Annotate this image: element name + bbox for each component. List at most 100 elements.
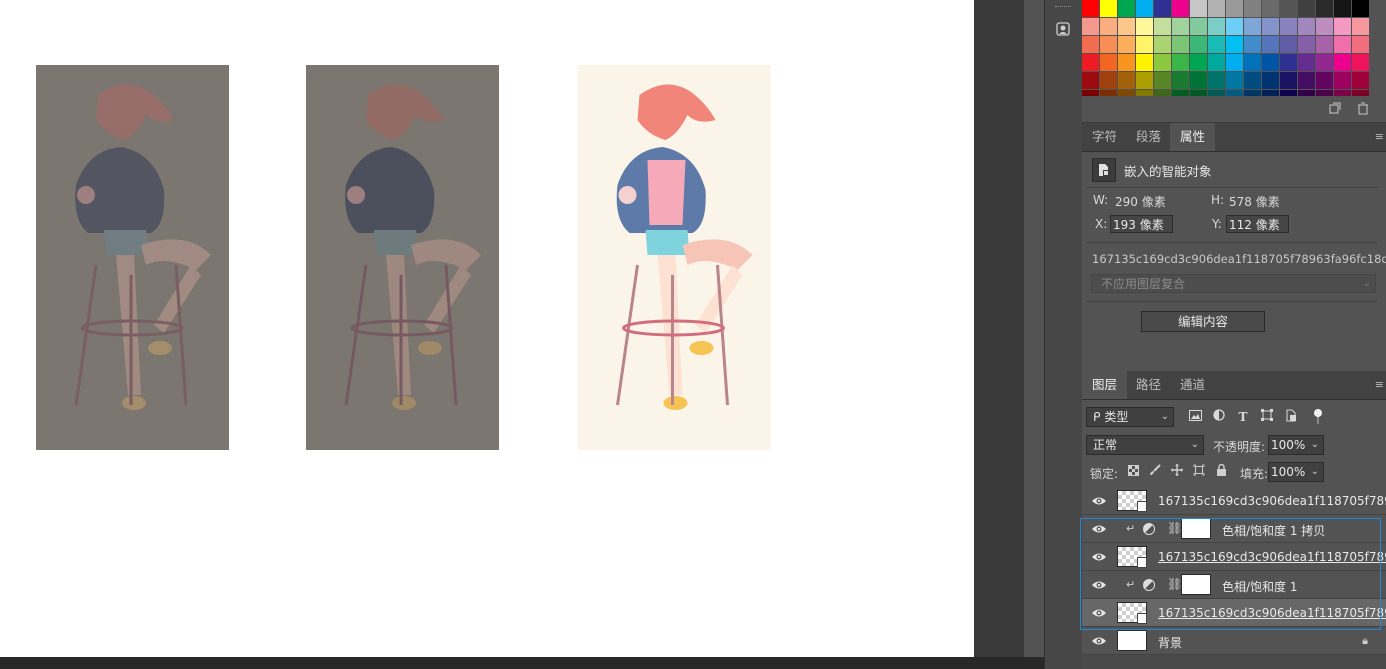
color-swatch[interactable] bbox=[1316, 18, 1333, 35]
type-filter-icon[interactable]: T bbox=[1235, 409, 1251, 425]
color-swatch[interactable] bbox=[1082, 18, 1099, 35]
lock-all-icon[interactable] bbox=[1214, 463, 1228, 480]
image-color[interactable] bbox=[577, 65, 771, 450]
color-swatch[interactable] bbox=[1298, 72, 1315, 89]
color-swatch[interactable] bbox=[1190, 18, 1207, 35]
adjustment-layer-icon[interactable] bbox=[1143, 579, 1155, 591]
y-position-field[interactable]: 112 像素 bbox=[1226, 215, 1289, 233]
color-swatch[interactable] bbox=[1136, 18, 1153, 35]
opacity-field[interactable]: 100% ⌄ bbox=[1268, 435, 1324, 455]
adjustment-layer-icon[interactable] bbox=[1143, 523, 1155, 535]
color-swatch[interactable] bbox=[1352, 36, 1369, 53]
color-swatch[interactable] bbox=[1136, 36, 1153, 53]
color-swatch[interactable] bbox=[1244, 0, 1261, 17]
color-swatch[interactable] bbox=[1208, 18, 1225, 35]
color-swatch[interactable] bbox=[1334, 0, 1351, 17]
blend-mode-select[interactable]: 正常 ⌄ bbox=[1086, 435, 1204, 455]
color-swatch[interactable] bbox=[1082, 0, 1099, 17]
layer-name[interactable]: 167135c169cd3c906dea1f118705f7896... bbox=[1158, 494, 1386, 508]
color-swatch[interactable] bbox=[1118, 0, 1135, 17]
color-swatch[interactable] bbox=[1280, 18, 1297, 35]
color-swatch[interactable] bbox=[1226, 36, 1243, 53]
color-swatch[interactable] bbox=[1118, 36, 1135, 53]
layer-name[interactable]: 167135c169cd3c906dea1f118705f7896... bbox=[1158, 550, 1386, 564]
color-swatch[interactable] bbox=[1154, 72, 1171, 89]
layer-filter-select[interactable]: ᑭ 类型 ⌄ bbox=[1086, 407, 1174, 427]
layer-comp-select[interactable]: 不应用图层复合 ⌄ bbox=[1091, 274, 1376, 293]
color-swatch[interactable] bbox=[1136, 54, 1153, 71]
color-swatch[interactable] bbox=[1208, 0, 1225, 17]
color-swatch[interactable] bbox=[1082, 54, 1099, 71]
color-swatch[interactable] bbox=[1334, 72, 1351, 89]
layer-row-smart-object[interactable]: 167135c169cd3c906dea1f118705f7896... bbox=[1082, 599, 1386, 627]
edit-contents-button[interactable]: 编辑内容 bbox=[1141, 311, 1265, 332]
smart-object-filter-icon[interactable] bbox=[1283, 409, 1299, 425]
color-swatch[interactable] bbox=[1190, 72, 1207, 89]
color-swatch[interactable] bbox=[1190, 0, 1207, 17]
tab-properties[interactable]: 属性 bbox=[1170, 123, 1216, 151]
layer-name[interactable]: 背景 bbox=[1158, 634, 1182, 651]
layer-name[interactable]: 167135c169cd3c906dea1f118705f7896... bbox=[1158, 606, 1386, 620]
color-swatch[interactable] bbox=[1208, 54, 1225, 71]
tab-character[interactable]: 字符 bbox=[1082, 123, 1127, 151]
color-swatch[interactable] bbox=[1118, 72, 1135, 89]
color-swatch[interactable] bbox=[1244, 54, 1261, 71]
lock-artboard-icon[interactable] bbox=[1192, 464, 1206, 480]
color-swatch[interactable] bbox=[1280, 54, 1297, 71]
filter-toggle-icon[interactable] bbox=[1310, 409, 1326, 425]
color-swatch[interactable] bbox=[1190, 54, 1207, 71]
color-swatch[interactable] bbox=[1298, 18, 1315, 35]
color-swatch[interactable] bbox=[1280, 36, 1297, 53]
tab-layers[interactable]: 图层 bbox=[1082, 371, 1128, 399]
color-swatch[interactable] bbox=[1226, 54, 1243, 71]
color-swatch[interactable] bbox=[1280, 0, 1297, 17]
color-swatch[interactable] bbox=[1262, 18, 1279, 35]
color-swatch[interactable] bbox=[1226, 18, 1243, 35]
color-swatch[interactable] bbox=[1100, 54, 1117, 71]
color-swatch[interactable] bbox=[1154, 36, 1171, 53]
eye-visibility-icon[interactable] bbox=[1091, 578, 1107, 592]
mask-properties-icon[interactable] bbox=[1050, 17, 1076, 41]
adjustment-filter-icon[interactable] bbox=[1211, 409, 1227, 425]
link-chain-icon[interactable]: ⛓ bbox=[1167, 521, 1182, 535]
eye-visibility-icon[interactable] bbox=[1091, 550, 1107, 564]
grip-handle[interactable] bbox=[1055, 6, 1071, 9]
color-swatch[interactable] bbox=[1262, 0, 1279, 17]
lock-position-move-icon[interactable] bbox=[1170, 464, 1184, 480]
panel-menu-icon[interactable]: ≡ bbox=[1375, 378, 1384, 391]
layer-row-smart-object[interactable]: 167135c169cd3c906dea1f118705f7896... bbox=[1082, 543, 1386, 571]
shape-filter-icon[interactable] bbox=[1259, 409, 1275, 425]
chevron-down-icon[interactable]: ⌄ bbox=[1311, 436, 1319, 454]
layer-mask-thumbnail[interactable] bbox=[1181, 518, 1211, 539]
color-swatch[interactable] bbox=[1172, 18, 1189, 35]
color-swatch[interactable] bbox=[1136, 0, 1153, 17]
layer-name[interactable]: 色相/饱和度 1 bbox=[1222, 578, 1298, 595]
color-swatch[interactable] bbox=[1352, 18, 1369, 35]
color-swatch[interactable] bbox=[1244, 18, 1261, 35]
color-swatch[interactable] bbox=[1298, 36, 1315, 53]
color-swatch[interactable] bbox=[1154, 54, 1171, 71]
image-gray-2[interactable] bbox=[306, 65, 499, 450]
layer-name[interactable]: 色相/饱和度 1 拷贝 bbox=[1222, 522, 1325, 539]
color-swatch[interactable] bbox=[1118, 18, 1135, 35]
color-swatch[interactable] bbox=[1190, 36, 1207, 53]
color-swatch[interactable] bbox=[1352, 54, 1369, 71]
color-swatch[interactable] bbox=[1262, 36, 1279, 53]
lock-pixels-brush-icon[interactable] bbox=[1148, 464, 1162, 480]
height-value[interactable]: 578 像素 bbox=[1229, 193, 1280, 210]
eye-visibility-icon[interactable] bbox=[1091, 606, 1107, 620]
eye-visibility-icon[interactable] bbox=[1091, 494, 1107, 508]
color-swatch[interactable] bbox=[1100, 18, 1117, 35]
color-swatch[interactable] bbox=[1172, 54, 1189, 71]
color-swatch[interactable] bbox=[1172, 0, 1189, 17]
layer-row-adjustment[interactable]: ↵ ⛓ 色相/饱和度 1 bbox=[1082, 571, 1386, 599]
link-chain-icon[interactable]: ⛓ bbox=[1167, 577, 1182, 591]
color-swatch[interactable] bbox=[1100, 36, 1117, 53]
tab-paragraph[interactable]: 段落 bbox=[1126, 123, 1171, 151]
chevron-down-icon[interactable]: ⌄ bbox=[1311, 463, 1319, 481]
color-swatch[interactable] bbox=[1316, 72, 1333, 89]
trash-icon[interactable] bbox=[1356, 102, 1370, 116]
color-swatch[interactable] bbox=[1172, 36, 1189, 53]
color-swatch[interactable] bbox=[1172, 72, 1189, 89]
color-swatch[interactable] bbox=[1100, 72, 1117, 89]
